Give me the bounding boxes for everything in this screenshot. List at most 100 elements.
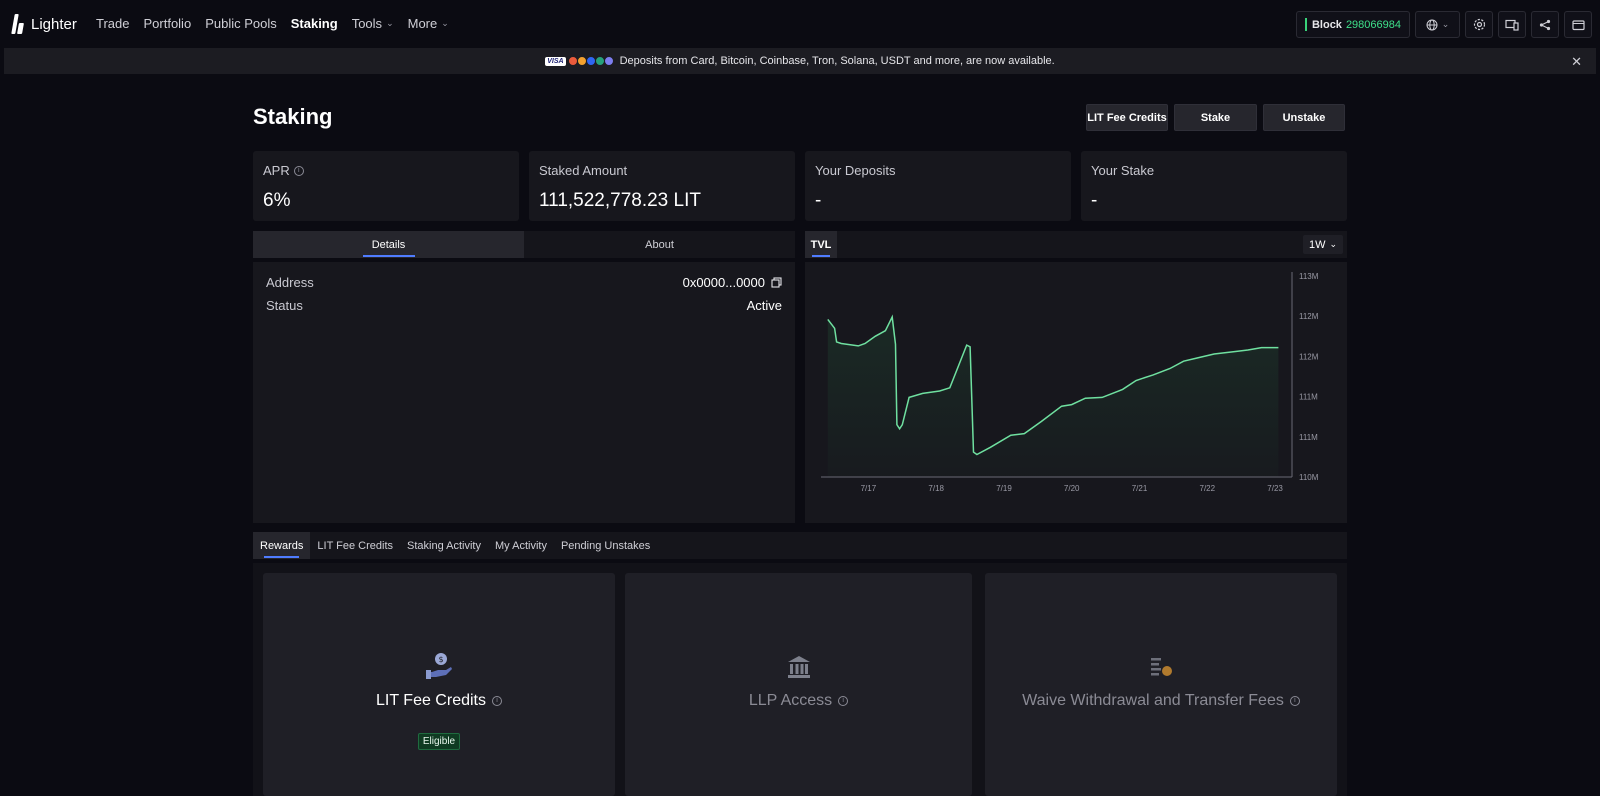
devices-button[interactable]: [1498, 11, 1526, 38]
reward-title-waive-fees: Waive Withdrawal and Transfer Fees: [1022, 692, 1284, 709]
reward-title-llp-access: LLP Access: [748, 692, 833, 709]
y-tick-label: 111M: [1299, 433, 1318, 442]
details-panel: Address 0x0000...0000 Status Active: [253, 262, 795, 523]
staked-amount-value: 111,522,778.23 LIT: [539, 190, 701, 211]
details-tabs: Details About: [253, 231, 795, 258]
stake-button[interactable]: Stake: [1174, 104, 1257, 131]
info-icon[interactable]: i: [293, 165, 304, 176]
copy-icon[interactable]: [771, 277, 782, 288]
share-icon: [1539, 19, 1551, 30]
svg-text:$: $: [438, 655, 443, 664]
apr-label: APR: [263, 163, 290, 178]
nav-more-label: More: [407, 16, 438, 31]
payment-methods-icons: VISA: [545, 56, 614, 66]
x-tick-label: 7/17: [861, 484, 877, 493]
info-icon[interactable]: i: [838, 696, 849, 706]
share-button[interactable]: [1531, 11, 1559, 38]
info-icon[interactable]: i: [491, 696, 502, 706]
info-icon[interactable]: i: [1289, 696, 1300, 706]
chevron-down-icon: ⌄: [386, 18, 394, 28]
tab-details[interactable]: Details: [253, 231, 524, 258]
y-tick-label: 111M: [1299, 393, 1318, 402]
tab-my-activity[interactable]: My Activity: [488, 532, 554, 559]
your-stake-value: -: [1091, 190, 1098, 211]
brand-name: Lighter: [31, 15, 77, 33]
y-tick-label: 113M: [1299, 272, 1319, 281]
chevron-down-icon: ⌄: [1329, 239, 1337, 249]
x-tick-label: 7/18: [928, 484, 944, 493]
banner-text: Deposits from Card, Bitcoin, Coinbase, T…: [619, 55, 1055, 67]
hand-coin-icon: $: [426, 653, 452, 679]
block-number: 298066984: [1345, 18, 1401, 31]
tab-tvl[interactable]: TVL: [805, 231, 837, 258]
nav-more[interactable]: More ⌄: [408, 16, 449, 31]
tvl-chart: 7/17 7/18 7/19 7/20 7/21 7/22 7/23 113M 112M 112M…: [805, 262, 1347, 523]
wallet-button[interactable]: [1564, 11, 1592, 38]
top-nav: Lighter Trade Portfolio Public Pools Sta…: [0, 0, 1600, 48]
your-deposits-value: -: [815, 190, 822, 211]
x-tick-label: 7/23: [1267, 484, 1283, 493]
wallet-icon: [1571, 19, 1585, 30]
x-tick-label: 7/19: [996, 484, 1012, 493]
nav-tools[interactable]: Tools ⌄: [352, 16, 394, 31]
status-value: Active: [746, 298, 782, 313]
y-tick-label: 112M: [1299, 312, 1319, 321]
nav-trade[interactable]: Trade: [96, 16, 129, 31]
your-stake-card: Your Stake -: [1081, 151, 1347, 221]
your-stake-label: Your Stake: [1091, 163, 1155, 178]
lighter-logo-icon: [12, 14, 25, 34]
lit-fee-credits-button[interactable]: LIT Fee Credits: [1086, 104, 1168, 131]
x-tick-label: 7/20: [1064, 484, 1080, 493]
apr-value: 6%: [263, 190, 291, 211]
devices-icon: [1505, 19, 1519, 31]
nav-links: Trade Portfolio Public Pools Staking Too…: [96, 16, 449, 31]
rewards-tabs: Rewards LIT Fee Credits Staking Activity…: [253, 532, 1347, 559]
address-value: 0x0000...0000: [682, 275, 765, 290]
visa-icon: VISA: [545, 56, 566, 66]
language-selector[interactable]: ⌄: [1415, 11, 1460, 38]
y-tick-label: 112M: [1299, 352, 1319, 361]
staked-amount-card: Staked Amount 111,522,778.23 LIT: [529, 151, 795, 221]
block-status-bar: [1304, 18, 1307, 31]
your-deposits-label: Your Deposits: [815, 163, 896, 178]
tab-staking-activity[interactable]: Staking Activity: [400, 532, 488, 559]
range-selector[interactable]: 1W ⌄: [1302, 235, 1343, 254]
nav-tools-label: Tools: [351, 16, 383, 31]
tab-about[interactable]: About: [524, 231, 795, 258]
status-row: Status Active: [266, 298, 782, 313]
tab-pending-unstakes[interactable]: Pending Unstakes: [554, 532, 657, 559]
brand-logo[interactable]: Lighter: [12, 14, 77, 34]
nav-staking[interactable]: Staking: [291, 16, 338, 31]
apr-card: APR i 6%: [253, 151, 519, 221]
eligible-badge: Eligible: [417, 733, 461, 750]
deposit-banner: VISA Deposits from Card, Bitcoin, Coinba…: [4, 48, 1596, 74]
page-title: Staking: [253, 104, 333, 129]
fee-coin-icon: [1151, 658, 1172, 676]
reward-card-lit-fee-credits: $ LIT Fee Credits i Eligible: [263, 573, 615, 796]
settings-button[interactable]: [1465, 11, 1493, 38]
staked-amount-label: Staked Amount: [539, 163, 628, 178]
x-tick-label: 7/22: [1200, 484, 1216, 493]
nav-portfolio[interactable]: Portfolio: [143, 16, 191, 31]
your-deposits-card: Your Deposits -: [805, 151, 1071, 221]
chevron-down-icon: ⌄: [1441, 19, 1450, 29]
nav-right-controls: Block 298066984 ⌄: [1295, 11, 1592, 38]
bank-icon: [787, 656, 810, 678]
settings-icon: [1473, 18, 1485, 31]
reward-card-llp-access: LLP Access i: [625, 573, 972, 796]
tab-rewards[interactable]: Rewards: [253, 532, 311, 559]
block-indicator[interactable]: Block 298066984: [1295, 11, 1410, 38]
tab-lit-fee-credits[interactable]: LIT Fee Credits: [310, 532, 400, 559]
close-icon[interactable]: ✕: [1571, 54, 1582, 70]
address-row: Address 0x0000...0000: [266, 275, 782, 290]
unstake-button[interactable]: Unstake: [1263, 104, 1345, 131]
solana-icon: [603, 56, 614, 66]
chevron-down-icon: ⌄: [441, 18, 449, 28]
block-label: Block: [1311, 18, 1342, 31]
globe-icon: [1426, 19, 1438, 30]
reward-card-waive-fees: Waive Withdrawal and Transfer Fees i: [985, 573, 1337, 796]
address-label: Address: [266, 275, 314, 290]
status-label: Status: [266, 298, 303, 313]
range-value: 1W: [1308, 238, 1326, 251]
nav-public-pools[interactable]: Public Pools: [205, 16, 277, 31]
